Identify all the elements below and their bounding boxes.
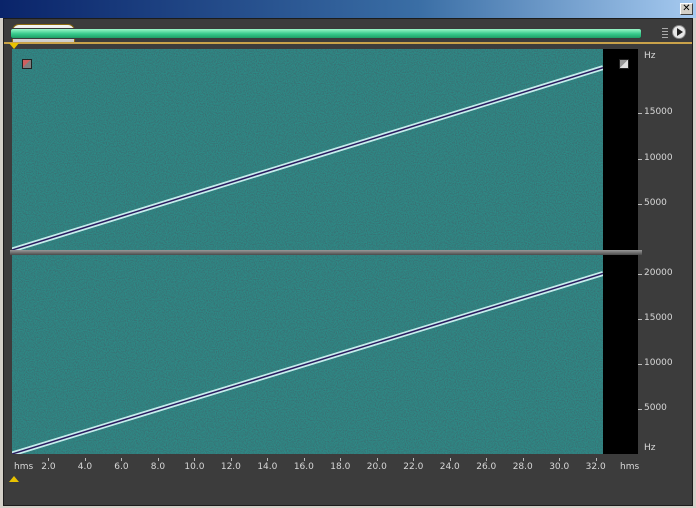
time-tick: [522, 458, 524, 461]
time-tick: [486, 458, 488, 461]
time-tick-label: 20.0: [366, 462, 387, 472]
time-tick-label: 24.0: [439, 462, 460, 472]
window-titlebar: ✕: [0, 0, 696, 18]
hz-tick: [638, 113, 642, 115]
time-tick: [230, 458, 232, 461]
progress-fill: [11, 29, 641, 38]
hz-tick-label: 5000: [644, 402, 667, 413]
panel-menu-icon[interactable]: [672, 25, 686, 39]
time-tick-label: 12.0: [220, 462, 241, 472]
hz-tick: [638, 318, 642, 320]
hz-tick-label: 20000: [644, 267, 673, 278]
time-tick: [595, 458, 597, 461]
overview-progress-bar[interactable]: [10, 28, 642, 39]
panel-grip-icon: [662, 28, 668, 38]
time-tick-label: 4.0: [77, 462, 93, 472]
time-tick-label: 32.0: [585, 462, 606, 472]
time-tick: [157, 458, 159, 461]
time-tick-label: 26.0: [476, 462, 497, 472]
time-tick-label: 8.0: [150, 462, 166, 472]
time-tick-label: 18.0: [330, 462, 351, 472]
frequency-axis-channel-1: Hz 15000 10000 5000: [638, 49, 688, 250]
spectrogram-noise: [12, 49, 603, 250]
time-tick: [121, 458, 123, 461]
frequency-axis-channel-2: Hz 20000 15000 10000 5000: [638, 255, 688, 454]
time-tick: [559, 458, 561, 461]
time-tick: [303, 458, 305, 461]
hz-unit-label: Hz: [644, 51, 656, 61]
time-tick: [48, 458, 50, 461]
spectrogram-channel-2[interactable]: [12, 255, 603, 454]
time-tick: [449, 458, 451, 461]
time-tick-label: 16.0: [293, 462, 314, 472]
time-tick-label: 28.0: [512, 462, 533, 472]
hz-tick-label: 15000: [644, 312, 673, 323]
channel-1-margin: [603, 49, 638, 250]
hz-tick-label: 15000: [644, 107, 673, 118]
time-tick-label: 2.0: [41, 462, 56, 472]
time-axis[interactable]: hms hms 2.0 4.0 6.0 8.0 10.0 12.0 14.0 16.0 18.0…: [10, 458, 650, 476]
playhead-end-marker-icon[interactable]: [9, 476, 19, 482]
hz-unit-label: Hz: [644, 443, 656, 453]
close-icon[interactable]: ✕: [680, 3, 693, 15]
time-tick-label: 6.0: [114, 462, 129, 472]
time-tick-label: 22.0: [403, 462, 424, 472]
time-tick: [413, 458, 415, 461]
time-tick: [340, 458, 342, 461]
time-tick: [194, 458, 196, 461]
hz-tick: [638, 363, 642, 365]
hz-tick: [638, 273, 642, 275]
time-tick: [267, 458, 269, 461]
hz-tick-label: 10000: [644, 152, 673, 163]
time-tick-label: 10.0: [184, 462, 205, 472]
time-unit-left: hms: [14, 462, 34, 472]
spectrogram-channel-1[interactable]: [12, 49, 603, 250]
time-tick-label: 14.0: [257, 462, 278, 472]
tab-underline: [4, 42, 692, 44]
time-unit-right: hms: [620, 462, 640, 472]
hz-tick-label: 5000: [644, 198, 667, 209]
time-tick: [84, 458, 86, 461]
hz-tick: [638, 408, 642, 410]
channel-options-icon[interactable]: [619, 59, 629, 69]
channel-2-margin: [603, 255, 638, 454]
time-tick-label: 30.0: [549, 462, 570, 472]
hz-tick: [638, 158, 642, 160]
time-tick: [376, 458, 378, 461]
hz-tick-label: 10000: [644, 357, 673, 368]
channel-toggle-icon[interactable]: [22, 59, 32, 69]
spectrogram-noise: [12, 255, 603, 454]
hz-tick: [638, 204, 642, 206]
